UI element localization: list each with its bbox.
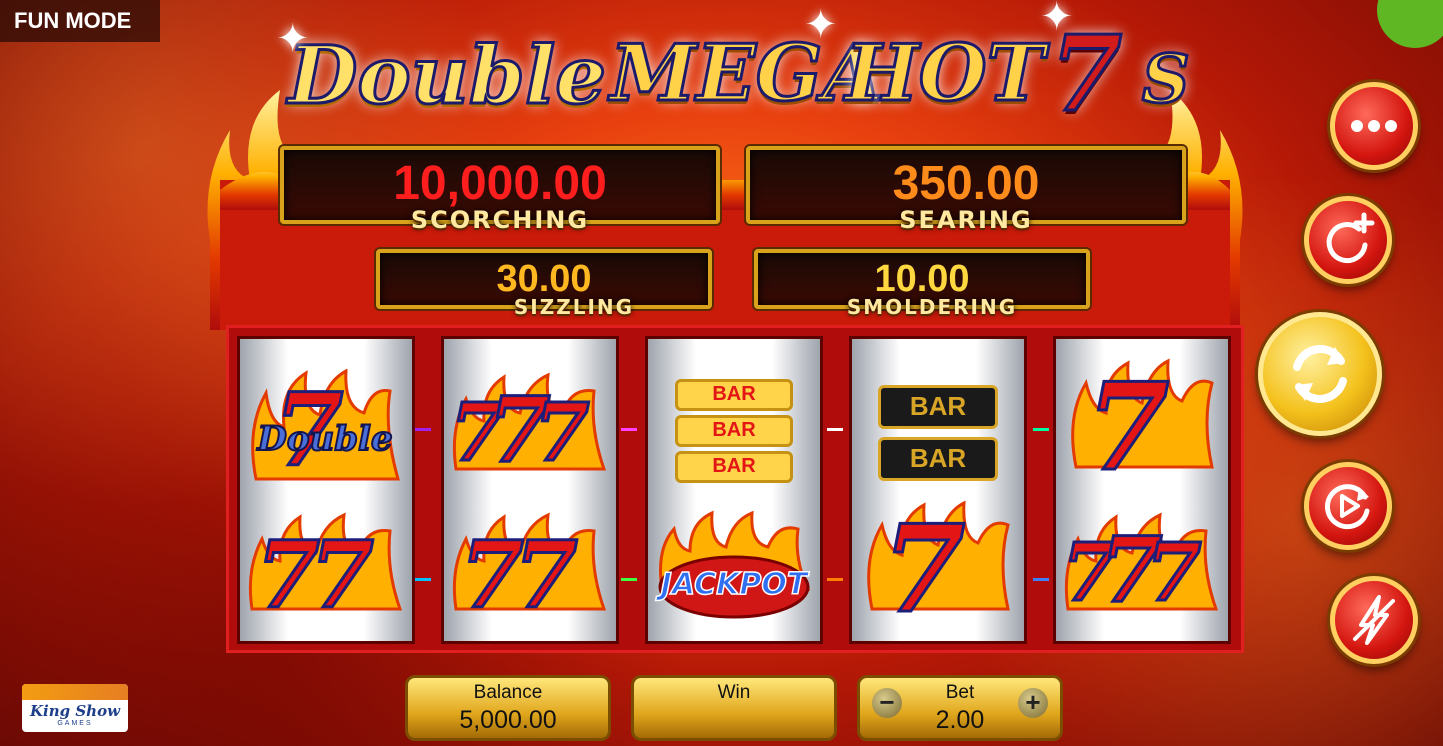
jackpot-sizzling: 30.00 SIZZLING [376, 249, 712, 319]
menu-button[interactable] [1330, 82, 1418, 170]
bet-increase-button[interactable]: + [1018, 688, 1048, 718]
sparkle-icon: ✦ [276, 17, 310, 61]
payline-marker [415, 428, 431, 431]
symbol-double-7s: 7 7 [444, 509, 616, 639]
payline-marker [1033, 578, 1049, 581]
balance-value: 5,000.00 [459, 706, 557, 734]
king-show-logo: King Show GAMES [22, 684, 128, 732]
seven-glyph: 7 [881, 498, 967, 642]
spin-button[interactable] [1258, 312, 1382, 436]
payline-marker [827, 428, 843, 431]
logo-sub: GAMES [57, 720, 93, 727]
bar-tile: BAR [878, 385, 998, 429]
double-symbol-text: Double [256, 418, 393, 460]
fun-mode-label: FUN MODE [0, 0, 160, 42]
payline-marker [827, 578, 843, 581]
autoplay-icon [1325, 484, 1370, 530]
reel-3: BAR BAR BAR JACKPOT [645, 336, 823, 644]
sparkle-icon: ✦ [1040, 0, 1074, 39]
symbol-double-7s: 7 7 [240, 509, 412, 639]
title-word-hot: HOT [844, 27, 1047, 121]
jackpot-searing-label: SEARING [899, 206, 1033, 234]
bet-decrease-button[interactable]: − [872, 688, 902, 718]
symbol-triple-7s: 7 7 7 [1056, 509, 1228, 639]
jackpot-smoldering: 10.00 SMOLDERING [754, 249, 1090, 319]
game-title: Double MEGA HOT 7 S ✦ ✦ ✦ [276, 0, 1200, 140]
autoplay-button[interactable] [1304, 462, 1392, 550]
symbol-single-7: 7 [852, 498, 1024, 642]
jackpot-symbol-text: JACKPOT [660, 566, 808, 603]
bet-panel: Bet 2.00 − + [857, 675, 1063, 741]
turbo-icon [1353, 595, 1395, 645]
bonus-refresh-icon [1326, 212, 1375, 264]
bar-tile: BAR [878, 437, 998, 481]
jackpot-searing: 350.00 SEARING [746, 146, 1186, 234]
turbo-button[interactable] [1330, 576, 1418, 664]
logo-band [22, 684, 128, 700]
symbol-triple-7s: 7 7 7 [444, 369, 616, 499]
win-label: Win [717, 682, 751, 703]
jackpot-sizzling-label: SIZZLING [513, 295, 635, 319]
flame-icon [658, 510, 811, 619]
logo-name: King Show [29, 702, 120, 720]
jackpot-scorching: 10,000.00 SCORCHING [280, 146, 720, 234]
spin-icon [1293, 345, 1347, 403]
symbol-double-7: 7 Double [240, 369, 412, 499]
title-word-mega: MEGA [609, 27, 885, 121]
sparkle-icon: ✦ [804, 3, 838, 47]
symbol-single-7: 7 [1056, 356, 1228, 500]
reel-1: 7 Double 7 7 [237, 336, 415, 644]
seven-glyph: 7 [1145, 524, 1204, 621]
jackpot-scorching-label: SCORCHING [410, 206, 590, 234]
jackpot-smoldering-label: SMOLDERING [846, 295, 1018, 319]
payline-marker [621, 428, 637, 431]
title-word-double: Double [286, 27, 607, 124]
symbol-triple-bar: BAR BAR BAR [648, 379, 820, 489]
win-panel: Win [631, 675, 837, 741]
payline-marker [415, 578, 431, 581]
reel-4: BAR BAR 7 [849, 336, 1027, 644]
payline-marker [621, 578, 637, 581]
title-s: S [1141, 39, 1192, 120]
payline-marker [1033, 428, 1049, 431]
bar-tile: BAR [675, 379, 793, 411]
bar-tile: BAR [675, 415, 793, 447]
bar-tile: BAR [675, 451, 793, 483]
symbol-double-bar: BAR BAR [852, 385, 1024, 485]
more-icon [1351, 120, 1397, 132]
balance-panel: Balance 5,000.00 [405, 675, 611, 741]
seven-glyph: 7 [1085, 356, 1171, 500]
reel-2: 7 7 7 7 7 [441, 336, 619, 644]
reel-area: 7 Double 7 7 7 7 7 7 7 BAR BAR BAR JACKP… [226, 325, 1244, 653]
balance-label: Balance [473, 682, 543, 703]
seven-glyph: 7 [512, 520, 579, 631]
reel-5: 7 7 7 7 [1053, 336, 1231, 644]
seven-glyph: 7 [308, 520, 375, 631]
symbol-jackpot: JACKPOT [648, 509, 820, 639]
seven-glyph: 7 [533, 384, 592, 481]
bonus-refresh-button[interactable] [1304, 196, 1392, 284]
